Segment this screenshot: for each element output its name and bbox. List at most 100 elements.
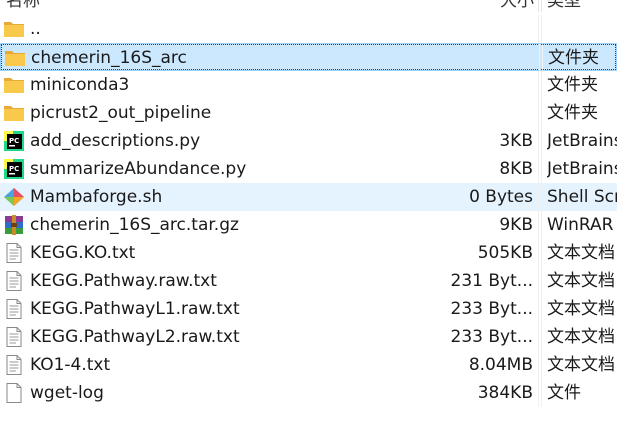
column-divider [541,295,542,323]
file-name: KEGG.PathwayL1.raw.txt [30,299,240,319]
column-divider [538,71,539,99]
column-divider [538,127,539,155]
pycharm-file-icon: PC [3,159,25,179]
text-file-icon [3,243,25,263]
file-row[interactable]: KO1-4.txt 8.04MB 文本文档 [0,351,617,379]
file-size: 384KB [477,383,533,403]
pycharm-file-icon: PC [3,131,25,151]
file-list: .. chemerin_16S_arc 文件夹 miniconda3 文件夹 picrus… [0,15,617,407]
column-divider [538,379,539,407]
file-size [420,71,533,99]
shell-script-icon [3,187,25,207]
file-type: WinRAR [547,215,614,235]
file-size: 505KB [477,243,533,263]
text-file-icon [3,355,25,375]
text-file-icon [3,327,25,347]
column-header-type[interactable]: 类型 [547,0,581,12]
column-divider [538,15,539,43]
file-row[interactable]: PC add_descriptions.py 3KB JetBrains [0,127,617,155]
column-divider [541,379,542,407]
file-size [421,44,534,72]
file-type: 文本文档 [547,299,615,319]
column-divider [541,71,542,99]
file-size: 8.04MB [468,355,533,375]
file-size: 0 Bytes [469,187,533,207]
file-type: 文件夹 [547,103,598,123]
column-divider[interactable] [538,0,539,12]
file-row[interactable]: chemerin_16S_arc.tar.gz 9KB WinRAR [0,211,617,239]
text-file-icon [3,271,25,291]
file-name: KEGG.Pathway.raw.txt [30,271,217,291]
file-name: miniconda3 [30,75,130,95]
file-row[interactable]: wget-log 384KB 文件 [0,379,617,407]
column-divider [541,323,542,351]
folder-icon [4,48,26,68]
file-type: 文件夹 [547,75,598,95]
column-header-size[interactable]: 大小 [480,0,534,12]
file-size: 9KB [499,215,533,235]
file-size: 3KB [499,131,533,151]
file-type: 文本文档 [547,243,615,263]
file-name: KO1-4.txt [30,355,111,375]
column-divider [538,295,539,323]
file-row[interactable]: PC summarizeAbundance.py 8KB JetBrains [0,155,617,183]
file-name: .. [30,19,41,39]
file-type: 文本文档 [547,355,615,375]
file-row[interactable]: KEGG.PathwayL1.raw.txt 233 Byt... 文本文档 [0,295,617,323]
file-row[interactable]: picrust2_out_pipeline 文件夹 [0,99,617,127]
column-header: 名称 大小 类型 [0,0,617,12]
folder-icon [3,103,25,123]
file-size: 231 Byt... [450,271,533,291]
file-type: 文件 [547,383,581,403]
file-name: KEGG.KO.txt [30,243,136,263]
file-type: JetBrains [547,159,617,179]
column-header-name[interactable]: 名称 [6,0,40,12]
blank-file-icon [3,383,25,403]
file-size: 233 Byt... [450,327,533,347]
file-name: chemerin_16S_arc [31,48,187,68]
column-divider [541,239,542,267]
column-divider [542,44,543,72]
file-name: KEGG.PathwayL2.raw.txt [30,327,240,347]
column-divider [541,267,542,295]
column-divider [538,267,539,295]
file-row[interactable]: KEGG.Pathway.raw.txt 231 Byt... 文本文档 [0,267,617,295]
column-divider [541,99,542,127]
file-list-pane: 名称 大小 类型 .. chemerin_16S_arc 文件夹 miniconda3… [0,0,617,439]
folder-icon [3,75,25,95]
column-divider [541,15,542,43]
column-divider [541,351,542,379]
file-size: 233 Byt... [450,299,533,319]
file-row[interactable]: KEGG.KO.txt 505KB 文本文档 [0,239,617,267]
file-size [420,99,533,127]
file-name: add_descriptions.py [30,131,201,151]
column-divider [541,127,542,155]
file-type: 文件夹 [548,48,599,68]
file-row[interactable]: chemerin_16S_arc 文件夹 [0,43,617,72]
column-divider [541,155,542,183]
column-divider[interactable] [541,0,542,12]
svg-text:PC: PC [9,137,19,145]
file-type: Shell Script [547,187,617,207]
file-type: 文本文档 [547,327,615,347]
file-row[interactable]: .. [0,15,617,43]
column-divider [539,44,540,72]
file-type [547,15,617,43]
file-size: 8KB [499,159,533,179]
winrar-archive-icon [3,215,25,235]
column-divider [538,155,539,183]
column-divider [538,351,539,379]
file-name: wget-log [30,383,104,403]
column-divider [541,211,542,239]
file-row[interactable]: Mambaforge.sh 0 Bytes Shell Script [0,183,617,211]
file-row[interactable]: miniconda3 文件夹 [0,71,617,99]
file-size [420,15,533,43]
column-divider [541,183,542,211]
column-divider [538,183,539,211]
column-divider [538,323,539,351]
file-name: picrust2_out_pipeline [30,103,212,123]
column-divider [538,211,539,239]
file-name: Mambaforge.sh [30,187,163,207]
file-row[interactable]: KEGG.PathwayL2.raw.txt 233 Byt... 文本文档 [0,323,617,351]
file-type: 文本文档 [547,271,615,291]
